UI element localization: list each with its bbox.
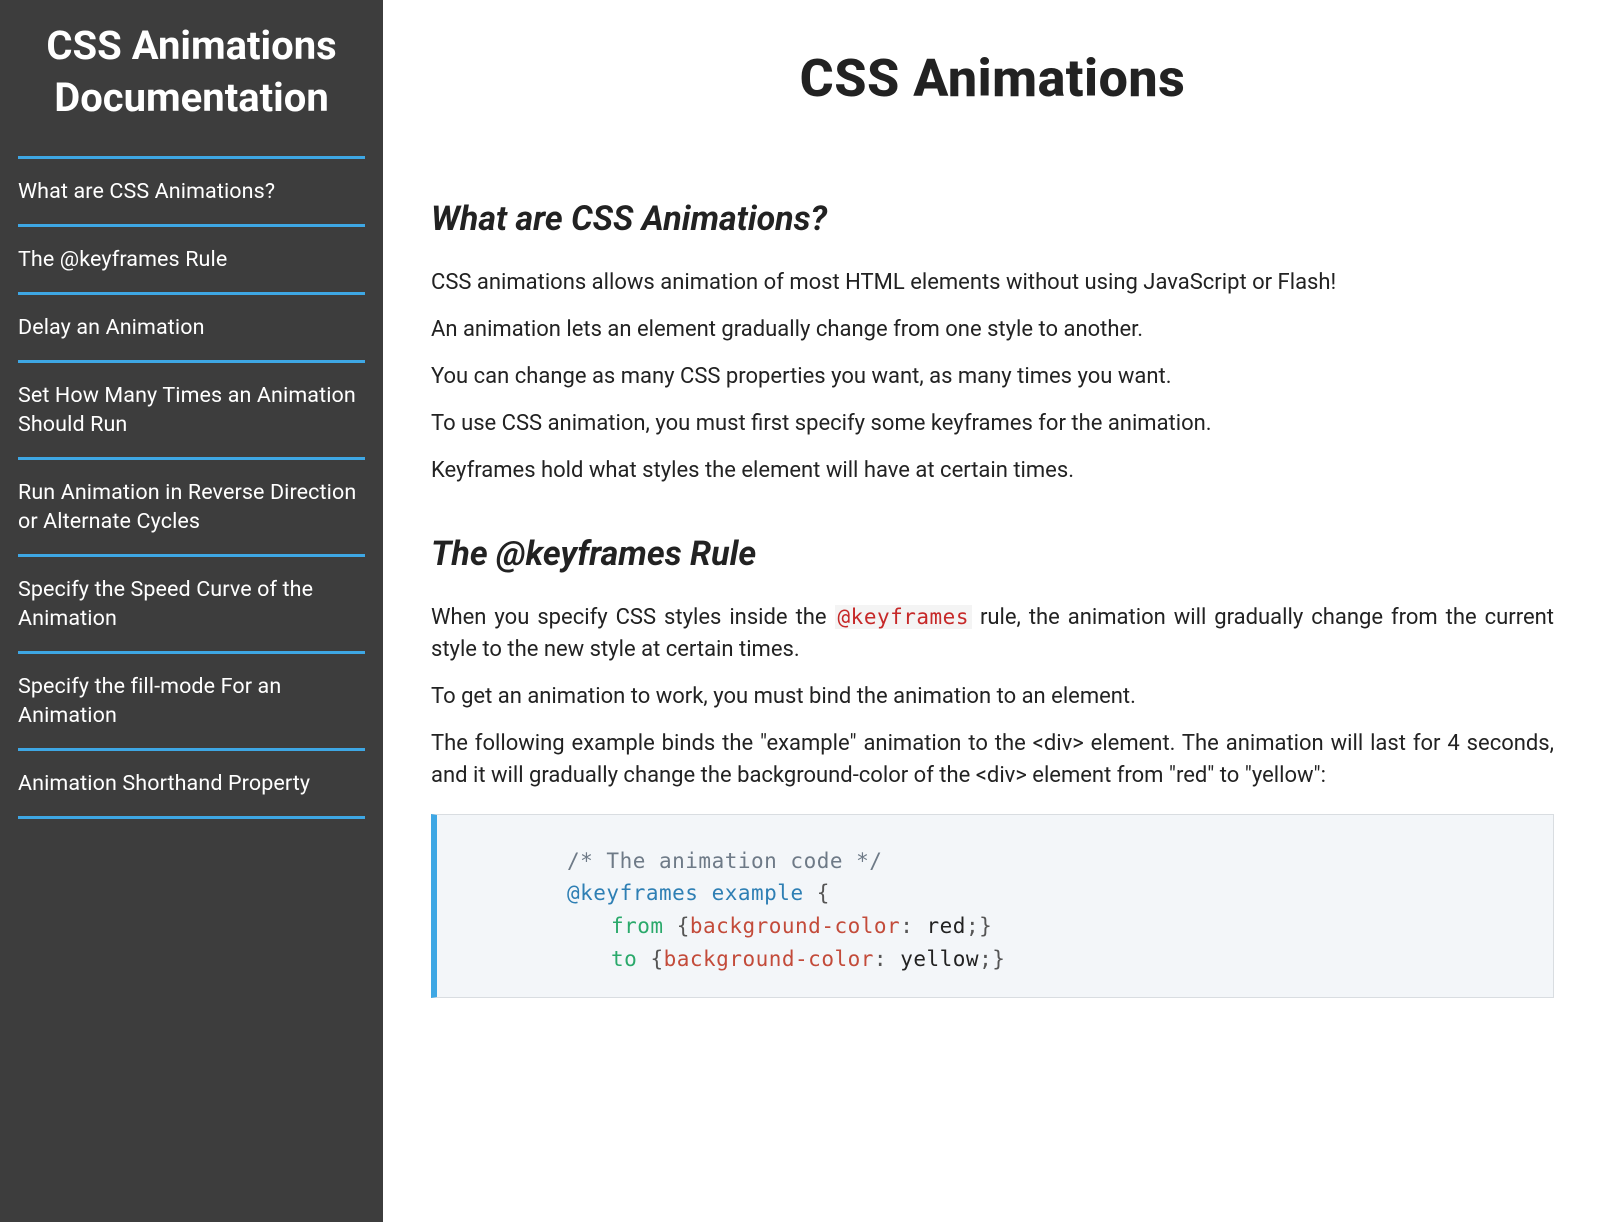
nav-link-delay[interactable]: Delay an Animation: [18, 313, 365, 342]
code-property: background-color: [664, 947, 874, 971]
inline-code-keyframes: @keyframes: [835, 605, 972, 629]
body-text: You can change as many CSS properties yo…: [431, 361, 1554, 393]
nav-item-speed-curve[interactable]: Specify the Speed Curve of the Animation: [18, 554, 365, 651]
code-line: from {background-color: red;}: [567, 910, 1535, 943]
nav-link-keyframes-rule[interactable]: The @keyframes Rule: [18, 245, 365, 274]
text-fragment: When you specify CSS styles inside the: [431, 605, 835, 630]
nav-item-direction[interactable]: Run Animation in Reverse Direction or Al…: [18, 457, 365, 554]
nav-item-fill-mode[interactable]: Specify the fill-mode For an Animation: [18, 651, 365, 748]
code-rule: @keyframes: [567, 881, 698, 905]
code-colon: :: [874, 947, 887, 971]
code-line: @keyframes example {: [567, 877, 1535, 910]
code-brace: {: [677, 914, 690, 938]
nav-link-fill-mode[interactable]: Specify the fill-mode For an Animation: [18, 672, 365, 730]
code-brace: {: [817, 881, 830, 905]
page-title: CSS Animations: [431, 48, 1554, 109]
body-text: An animation lets an element gradually c…: [431, 314, 1554, 346]
nav-link-what-are[interactable]: What are CSS Animations?: [18, 177, 365, 206]
nav-item-keyframes-rule[interactable]: The @keyframes Rule: [18, 224, 365, 292]
body-text: When you specify CSS styles inside the @…: [431, 602, 1554, 666]
body-text: To get an animation to work, you must bi…: [431, 681, 1554, 713]
code-semicolon: ;: [979, 947, 992, 971]
code-keyword-to: to: [611, 947, 637, 971]
section-what-are: What are CSS Animations? CSS animations …: [431, 199, 1554, 486]
nav-link-iteration-count[interactable]: Set How Many Times an Animation Should R…: [18, 381, 365, 439]
sidebar: CSS Animations Documentation What are CS…: [0, 0, 383, 1222]
body-text: To use CSS animation, you must first spe…: [431, 408, 1554, 440]
body-text: CSS animations allows animation of most …: [431, 267, 1554, 299]
nav-link-speed-curve[interactable]: Specify the Speed Curve of the Animation: [18, 575, 365, 633]
section-heading-keyframes-rule: The @keyframes Rule: [431, 534, 1554, 574]
body-text: Keyframes hold what styles the element w…: [431, 455, 1554, 487]
code-line: /* The animation code */: [567, 845, 1535, 878]
code-keyword-from: from: [611, 914, 664, 938]
code-value: yellow: [900, 947, 979, 971]
code-property: background-color: [690, 914, 900, 938]
section-heading-what-are: What are CSS Animations?: [431, 199, 1554, 239]
code-semicolon: ;: [966, 914, 979, 938]
code-block-keyframes-example: /* The animation code */ @keyframes exam…: [431, 814, 1554, 998]
code-brace: }: [992, 947, 1005, 971]
code-ident: example: [712, 881, 804, 905]
section-keyframes-rule: The @keyframes Rule When you specify CSS…: [431, 534, 1554, 998]
nav-item-delay[interactable]: Delay an Animation: [18, 292, 365, 360]
nav-link-shorthand[interactable]: Animation Shorthand Property: [18, 769, 365, 798]
code-comment: /* The animation code */: [567, 849, 882, 873]
main-content: CSS Animations What are CSS Animations? …: [383, 0, 1602, 1222]
code-brace: }: [979, 914, 992, 938]
nav-item-iteration-count[interactable]: Set How Many Times an Animation Should R…: [18, 360, 365, 457]
nav-list: What are CSS Animations? The @keyframes …: [18, 156, 365, 819]
code-colon: :: [900, 914, 913, 938]
code-line: to {background-color: yellow;}: [567, 943, 1535, 976]
code-brace: {: [650, 947, 663, 971]
code-value: red: [927, 914, 966, 938]
app-root: CSS Animations Documentation What are CS…: [0, 0, 1602, 1222]
nav-link-direction[interactable]: Run Animation in Reverse Direction or Al…: [18, 478, 365, 536]
nav-item-shorthand[interactable]: Animation Shorthand Property: [18, 748, 365, 819]
nav-item-what-are[interactable]: What are CSS Animations?: [18, 156, 365, 224]
sidebar-title: CSS Animations Documentation: [18, 20, 365, 124]
body-text: The following example binds the "example…: [431, 728, 1554, 792]
